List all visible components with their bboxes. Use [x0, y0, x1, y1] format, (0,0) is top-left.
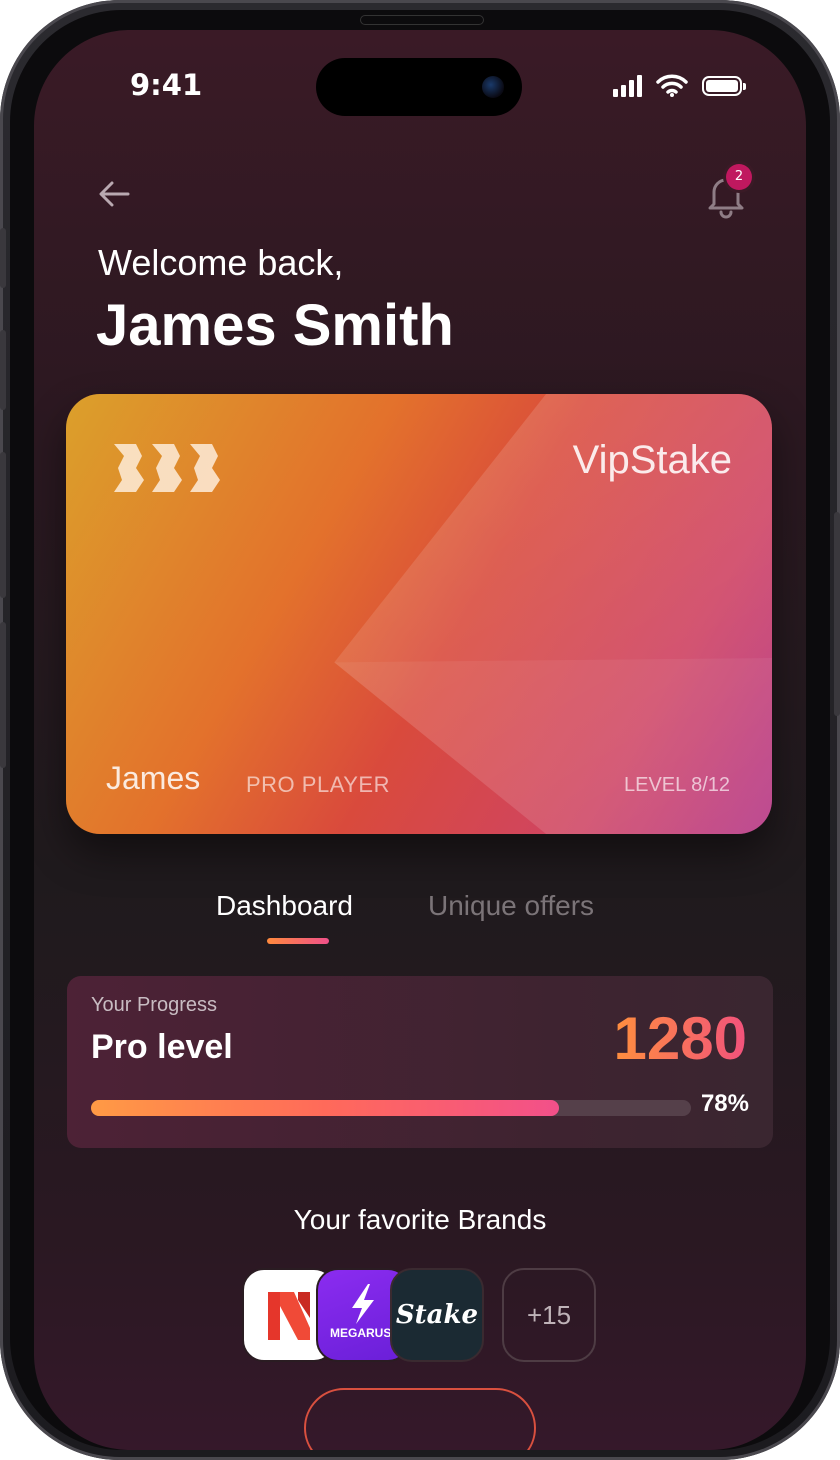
stake-logo-icon: Stake [395, 1300, 479, 1330]
vipstake-logo-icon [114, 444, 220, 492]
notification-badge: 2 [726, 164, 752, 190]
app-screen: 9:41 2 Welcome back, James Smith VipStak… [34, 30, 806, 1450]
progress-label: Your Progress [91, 994, 217, 1016]
tab-unique-offers[interactable]: Unique offers [428, 890, 594, 922]
tab-dashboard[interactable]: Dashboard [216, 890, 353, 922]
earpiece-speaker [360, 15, 484, 25]
card-level: LEVEL 8/12 [623, 774, 730, 796]
progress-level: Pro level [91, 1028, 233, 1066]
progress-percent: 78% [700, 1090, 749, 1117]
card-brand: VipStake [572, 438, 732, 482]
tab-bar: Dashboard Unique offers [34, 890, 806, 950]
card-holder-name: James [106, 760, 201, 796]
volume-down-button [0, 452, 6, 598]
greeting-text: Welcome back, [98, 242, 344, 283]
silent-switch [0, 228, 6, 288]
wifi-icon [656, 74, 688, 97]
progress-bar [91, 1100, 691, 1116]
front-camera-icon [482, 76, 504, 98]
brands-title: Your favorite Brands [293, 1204, 547, 1235]
volume-up-button [0, 330, 6, 410]
user-name: James Smith [96, 293, 454, 358]
status-time: 9:41 [130, 68, 203, 102]
brand-tile-stake[interactable]: Stake [390, 1268, 484, 1362]
volume-extra-button [0, 622, 6, 768]
power-button [834, 512, 840, 716]
vip-card[interactable]: VipStake James PRO PLAYER LEVEL 8/12 [66, 394, 772, 834]
cellular-signal-icon [613, 75, 642, 97]
progress-bar-fill [91, 1100, 559, 1116]
progress-points: 1280 [613, 1005, 747, 1072]
card-rank: PRO PLAYER [246, 772, 390, 797]
tab-active-indicator [267, 938, 329, 944]
battery-icon [702, 76, 746, 96]
status-icons [613, 74, 746, 98]
arrow-left-icon[interactable] [94, 174, 134, 214]
bottom-action-button[interactable] [304, 1388, 536, 1450]
more-brands-button[interactable]: +15 [502, 1268, 596, 1362]
notifications-button[interactable]: 2 [704, 164, 752, 219]
dynamic-island [316, 58, 522, 116]
progress-card[interactable]: Your Progress Pro level 1280 78% [67, 976, 773, 1148]
